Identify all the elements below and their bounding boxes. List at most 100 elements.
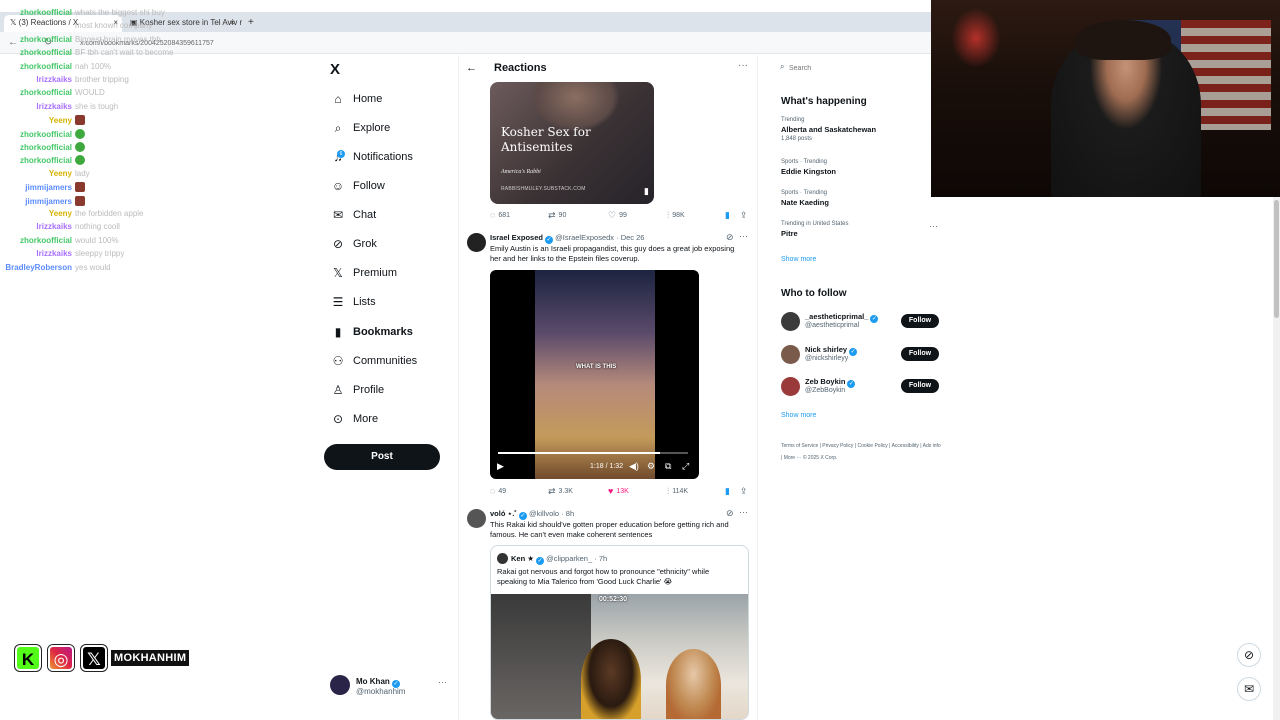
more-icon[interactable]: ··· (738, 60, 748, 71)
new-tab-button[interactable]: + (246, 15, 260, 32)
chat-text: BF tbh can't wait to become (75, 48, 174, 58)
nav-item-more[interactable]: ⊙ More (330, 408, 378, 430)
more-icon[interactable]: ··· (929, 221, 938, 231)
avatar[interactable] (467, 509, 486, 528)
video-player[interactable]: WHAT IS THIS ▶ 1:18 / 1:32 ◀) ⚙ ⧉ ⤢ (490, 270, 699, 479)
messages-icon[interactable]: ✉ (1237, 677, 1261, 701)
more-icon[interactable]: ··· (739, 507, 748, 517)
chat-username: zhorkoofficial (19, 8, 72, 17)
share-button[interactable]: ⇪ (740, 486, 748, 497)
search-input[interactable] (789, 60, 919, 76)
video-frame (581, 639, 641, 719)
avatar (330, 675, 350, 695)
follow-suggestion[interactable]: Zeb Boykin ✓ @ZebBoykin Follow (781, 377, 941, 399)
nav-item-chat[interactable]: ✉ Chat (330, 204, 376, 226)
search-box[interactable]: ⌕ (773, 57, 931, 79)
volume-icon[interactable]: ◀) (629, 461, 639, 472)
views-button[interactable]: ⫶ 98K (667, 210, 685, 221)
repost-button[interactable]: ⇄ 3.3K (548, 486, 573, 497)
chat-message: zhorkoofficial WOULD (0, 88, 105, 97)
quote-text: Rakai got nervous and forgot how to pron… (497, 567, 710, 586)
chat-username: zhorkoofficial (19, 129, 72, 139)
author-name[interactable]: Israel Exposed (490, 233, 543, 242)
nav-item-home[interactable]: ⌂ Home (330, 88, 382, 110)
share-button[interactable]: ⇪ (740, 210, 748, 221)
grok-icon[interactable]: ⊘ (1237, 643, 1261, 667)
bookmark-button[interactable]: ▮ (725, 210, 730, 221)
back-arrow-icon[interactable]: ← (466, 62, 477, 74)
author-handle[interactable]: @killvolo (529, 509, 559, 518)
tweet-date[interactable]: · Dec 26 (616, 233, 644, 242)
chat-username: lrizzkaiks (36, 75, 72, 84)
avatar[interactable] (467, 233, 486, 252)
repost-button[interactable]: ⇄ 90 (548, 210, 566, 221)
avatar[interactable] (781, 312, 800, 331)
nav-item-explore[interactable]: ⌕ Explore (330, 117, 391, 139)
heart-icon: ♡ (608, 210, 617, 220)
settings-icon[interactable]: ⚙ (647, 461, 655, 472)
nav-label: Profile (353, 384, 385, 396)
x-logo-icon[interactable]: X (330, 61, 340, 78)
show-more-link[interactable]: Show more (781, 412, 816, 419)
grok-icon[interactable]: ⊘ (726, 232, 734, 243)
quote-tweet[interactable]: Ken ★ ✓ @clipparken_ · 7h Rakai got nerv… (490, 545, 749, 720)
trend-item[interactable]: Trending in United States Pitre (781, 221, 848, 238)
pip-icon[interactable]: ⧉ (665, 461, 671, 472)
grok-icon[interactable]: ⊘ (726, 508, 734, 519)
views-button[interactable]: ⫶ 114K (667, 486, 688, 497)
link-card[interactable]: Kosher Sex for Antisemites America's Rab… (490, 82, 654, 204)
nav-item-lists[interactable]: ☰ Lists (330, 291, 376, 313)
follow-button[interactable]: Follow (901, 347, 939, 361)
bookmark-button[interactable]: ▮ (725, 486, 730, 497)
follow-suggestion[interactable]: Nick shirley ✓ @nickshirleyy Follow (781, 345, 941, 367)
author-handle[interactable]: @IsraelExposedx (555, 233, 614, 242)
nav-item-communities[interactable]: ⚇ Communities (330, 350, 418, 372)
close-icon[interactable]: × (229, 15, 241, 32)
mail-icon: ✉ (332, 208, 344, 222)
chat-message: zhorkoofficial would 100% (0, 236, 119, 245)
chat-text: would 100% (75, 235, 119, 245)
footer-links[interactable]: Terms of Service | Privacy Policy | Cook… (781, 440, 941, 464)
trend-item[interactable]: Trending Alberta and Saskatchewan 1,848 po… (781, 117, 876, 142)
repost-icon: ⇄ (548, 486, 556, 496)
card-headline: Kosher Sex for Antisemites (501, 125, 591, 154)
reply-button[interactable]: ◌ 49 (490, 486, 506, 496)
nav-item-grok[interactable]: ⊘ Grok (330, 233, 377, 255)
follow-button[interactable]: Follow (901, 314, 939, 328)
reply-button[interactable]: ◌ 681 (490, 210, 510, 220)
more-icon[interactable]: ··· (438, 677, 447, 687)
nav-item-premium[interactable]: 𝕏 Premium (330, 262, 397, 284)
post-button[interactable]: Post (324, 444, 440, 470)
scrollbar[interactable] (1273, 197, 1280, 720)
nav-label: Communities (353, 355, 418, 367)
scrollbar-thumb[interactable] (1274, 200, 1279, 318)
nav-item-profile[interactable]: ♙ Profile (330, 379, 385, 401)
fullscreen-icon[interactable]: ⤢ (682, 461, 689, 472)
like-button[interactable]: ♡ 99 (608, 210, 627, 221)
follow-button[interactable]: Follow (901, 379, 939, 393)
nav-item-follow[interactable]: ☺ Follow (330, 175, 385, 197)
account-switcher[interactable]: Mo Khan ✓ @mokhanhim ··· (330, 675, 450, 697)
verified-icon: ✓ (847, 380, 856, 388)
trend-name: Nate Kaeding (781, 198, 829, 207)
trend-item[interactable]: Sports · Trending Nate Kaeding (781, 190, 829, 207)
tweet-actions: ◌ 49 ⇄ 3.3K ♥ 13K ⫶ 114K ▮ ⇪ (490, 486, 750, 498)
follow-suggestion[interactable]: _aestheticprimal_ ✓ @aestheticprimal Follow (781, 312, 941, 334)
avatar[interactable] (781, 345, 800, 364)
share-icon: ⇪ (740, 210, 748, 220)
trend-item[interactable]: Sports · Trending Eddie Kingston (781, 159, 836, 176)
quote-video[interactable] (491, 594, 748, 719)
avatar[interactable] (781, 377, 800, 396)
communities-icon: ⚇ (332, 354, 344, 368)
nav-label: Chat (353, 209, 377, 221)
like-button[interactable]: ♥ 13K (608, 486, 629, 496)
share-icon: ⇪ (740, 486, 748, 496)
video-progress[interactable] (498, 452, 688, 454)
nav-item-bookmarks[interactable]: ▮ Bookmarks (330, 321, 413, 343)
tweet-date[interactable]: · 8h (561, 509, 574, 518)
more-icon[interactable]: ··· (739, 231, 748, 241)
author-name[interactable]: voló ⋆.˚ (490, 509, 517, 518)
play-icon[interactable]: ▶ (497, 461, 504, 472)
suggestion-handle: @nickshirleyy (805, 355, 849, 362)
show-more-link[interactable]: Show more (781, 256, 816, 263)
